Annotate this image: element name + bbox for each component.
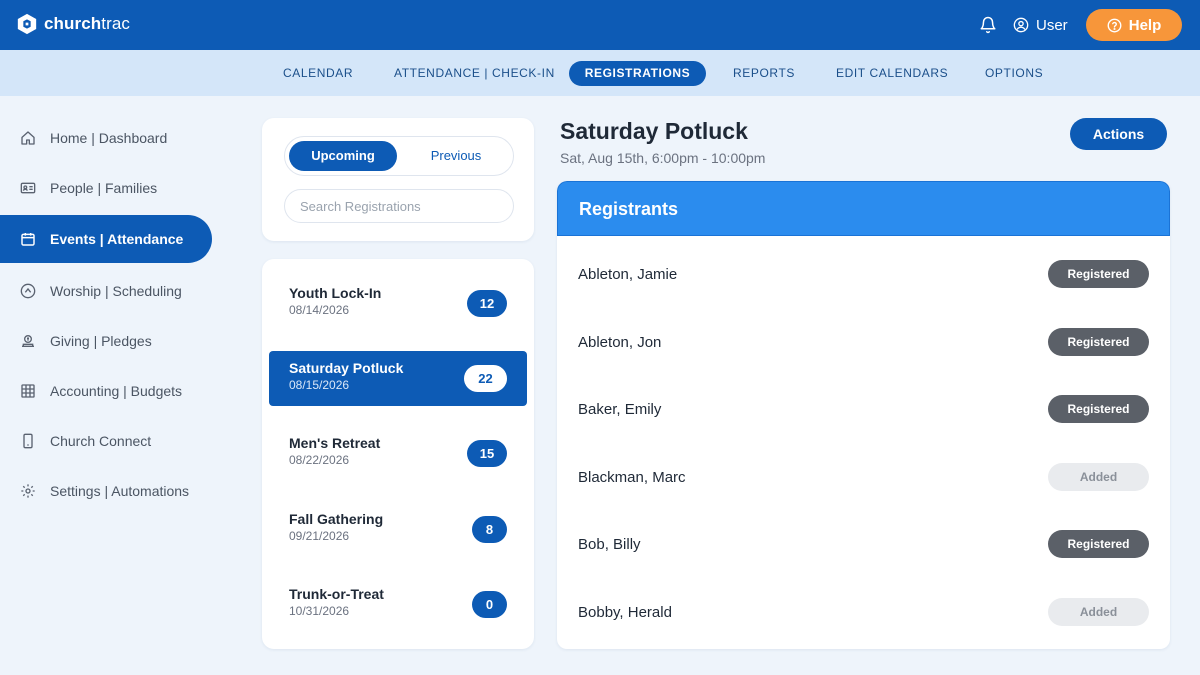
churchtrac-logo[interactable]: churchtrac	[16, 13, 130, 35]
registrant-name: Ableton, Jon	[578, 334, 662, 351]
actions-button[interactable]: Actions	[1070, 118, 1167, 150]
registrant-name: Baker, Emily	[578, 401, 662, 418]
sidebar-item-label: Church Connect	[50, 433, 152, 449]
event-list-item[interactable]: Saturday Potluck 08/15/2026 22	[269, 351, 527, 406]
sidebar-item-label: Worship | Scheduling	[50, 283, 182, 299]
tab-attendance-check-in[interactable]: ATTENDANCE | CHECK-IN	[394, 61, 555, 86]
sidebar-item-giving[interactable]: Giving | Pledges	[0, 317, 212, 365]
sidebar-item-label: Accounting | Budgets	[50, 383, 183, 399]
event-name: Saturday Potluck	[289, 360, 404, 376]
registrant-name: Bobby, Herald	[578, 604, 672, 621]
registrant-name: Bob, Billy	[578, 536, 641, 553]
sub-navigation: CALENDAR ATTENDANCE | CHECK-IN REGISTRAT…	[0, 50, 1200, 96]
event-list-card: Youth Lock-In 08/14/2026 12 Saturday Pot…	[262, 259, 534, 649]
registrant-row[interactable]: Ableton, Jon Registered	[557, 313, 1170, 373]
filter-card: Upcoming Previous	[262, 118, 534, 241]
status-badge: Registered	[1048, 530, 1149, 558]
registration-count-badge: 8	[472, 516, 507, 543]
phone-icon	[23, 433, 33, 449]
sidebar-item-church-connect[interactable]: Church Connect	[0, 417, 212, 465]
event-name: Trunk-or-Treat	[289, 586, 384, 602]
home-icon	[21, 131, 35, 145]
calendar-icon	[21, 233, 35, 246]
event-date: 08/14/2026	[289, 303, 350, 317]
sidebar-item-worship[interactable]: Worship | Scheduling	[0, 267, 212, 315]
event-list-item[interactable]: Men's Retreat 08/22/2026 15	[269, 426, 527, 481]
user-circle-icon	[1013, 17, 1029, 33]
registrants-header: Registrants	[557, 181, 1170, 236]
sidebar-item-label: Events | Attendance	[50, 231, 184, 247]
status-badge: Registered	[1048, 328, 1149, 356]
event-date: 10/31/2026	[289, 604, 350, 618]
logo-mark-icon	[17, 13, 37, 35]
sidebar-item-label: People | Families	[50, 180, 158, 196]
registrant-name: Ableton, Jamie	[578, 266, 678, 283]
sidebar-item-accounting[interactable]: Accounting | Budgets	[0, 367, 212, 415]
sidebar-item-settings[interactable]: Settings | Automations	[0, 467, 212, 515]
registrants-panel: Registrants Ableton, Jamie Registered Ab…	[557, 181, 1170, 649]
music-circle-icon	[20, 283, 36, 299]
panel-title: Registrants	[579, 199, 679, 219]
registration-count-badge: 22	[464, 365, 507, 392]
registrant-row[interactable]: Bob, Billy Registered	[557, 515, 1170, 575]
event-date: 09/21/2026	[289, 529, 350, 543]
event-name: Men's Retreat	[289, 435, 381, 451]
sidebar-item-people[interactable]: People | Families	[0, 164, 212, 212]
event-list-item[interactable]: Fall Gathering 09/21/2026 8	[269, 502, 527, 557]
registrant-row[interactable]: Blackman, Marc Added	[557, 448, 1170, 508]
sidebar-item-home[interactable]: Home | Dashboard	[0, 114, 212, 162]
question-circle-icon	[1107, 18, 1122, 32]
event-name: Fall Gathering	[289, 511, 384, 527]
help-label: Help	[1128, 16, 1162, 34]
event-datetime: Sat, Aug 15th, 6:00pm - 10:00pm	[560, 150, 766, 166]
gear-icon	[21, 484, 35, 498]
sidebar-item-label: Settings | Automations	[50, 483, 190, 499]
status-badge: Registered	[1048, 260, 1149, 288]
event-name: Youth Lock-In	[289, 285, 382, 301]
logo-text: churchtrac	[44, 14, 131, 33]
event-list-item[interactable]: Youth Lock-In 08/14/2026 12	[269, 276, 527, 331]
top-bar: churchtrac User Help	[0, 0, 1200, 50]
event-list-item[interactable]: Trunk-or-Treat 10/31/2026 0	[269, 577, 527, 632]
sidebar-item-events[interactable]: Events | Attendance	[0, 215, 212, 263]
registrant-row[interactable]: Ableton, Jamie Registered	[557, 245, 1170, 305]
registration-count-badge: 15	[467, 440, 507, 467]
registrant-name: Blackman, Marc	[578, 469, 686, 486]
registrant-row[interactable]: Baker, Emily Registered	[557, 380, 1170, 440]
search-registrations-input[interactable]	[284, 189, 514, 223]
registration-count-badge: 0	[472, 591, 507, 618]
upcoming-toggle-button[interactable]: Upcoming	[289, 141, 397, 171]
sidebar-item-label: Home | Dashboard	[50, 130, 168, 146]
giving-icon	[22, 335, 34, 347]
bell-icon[interactable]	[979, 16, 997, 34]
previous-toggle-button[interactable]: Previous	[402, 141, 510, 171]
event-title: Saturday Potluck	[560, 118, 748, 144]
tab-options[interactable]: OPTIONS	[985, 61, 1043, 86]
user-label: User	[1036, 16, 1068, 34]
sidebar-item-label: Giving | Pledges	[50, 333, 152, 349]
help-button[interactable]: Help	[1086, 9, 1182, 41]
tab-registrations[interactable]: REGISTRATIONS	[569, 61, 706, 86]
status-badge: Added	[1048, 463, 1149, 491]
status-badge: Added	[1048, 598, 1149, 626]
grid-icon	[21, 384, 35, 398]
id-card-icon	[20, 182, 36, 194]
event-date: 08/15/2026	[289, 378, 350, 392]
upcoming-previous-toggle: Upcoming Previous	[284, 136, 514, 176]
tab-edit-calendars[interactable]: EDIT CALENDARS	[836, 61, 948, 86]
user-menu[interactable]: User	[1013, 14, 1068, 36]
status-badge: Registered	[1048, 395, 1149, 423]
registration-count-badge: 12	[467, 290, 507, 317]
tab-calendar[interactable]: CALENDAR	[283, 61, 353, 86]
registrant-row[interactable]: Bobby, Herald Added	[557, 583, 1170, 643]
tab-reports[interactable]: REPORTS	[733, 61, 795, 86]
event-date: 08/22/2026	[289, 453, 350, 467]
